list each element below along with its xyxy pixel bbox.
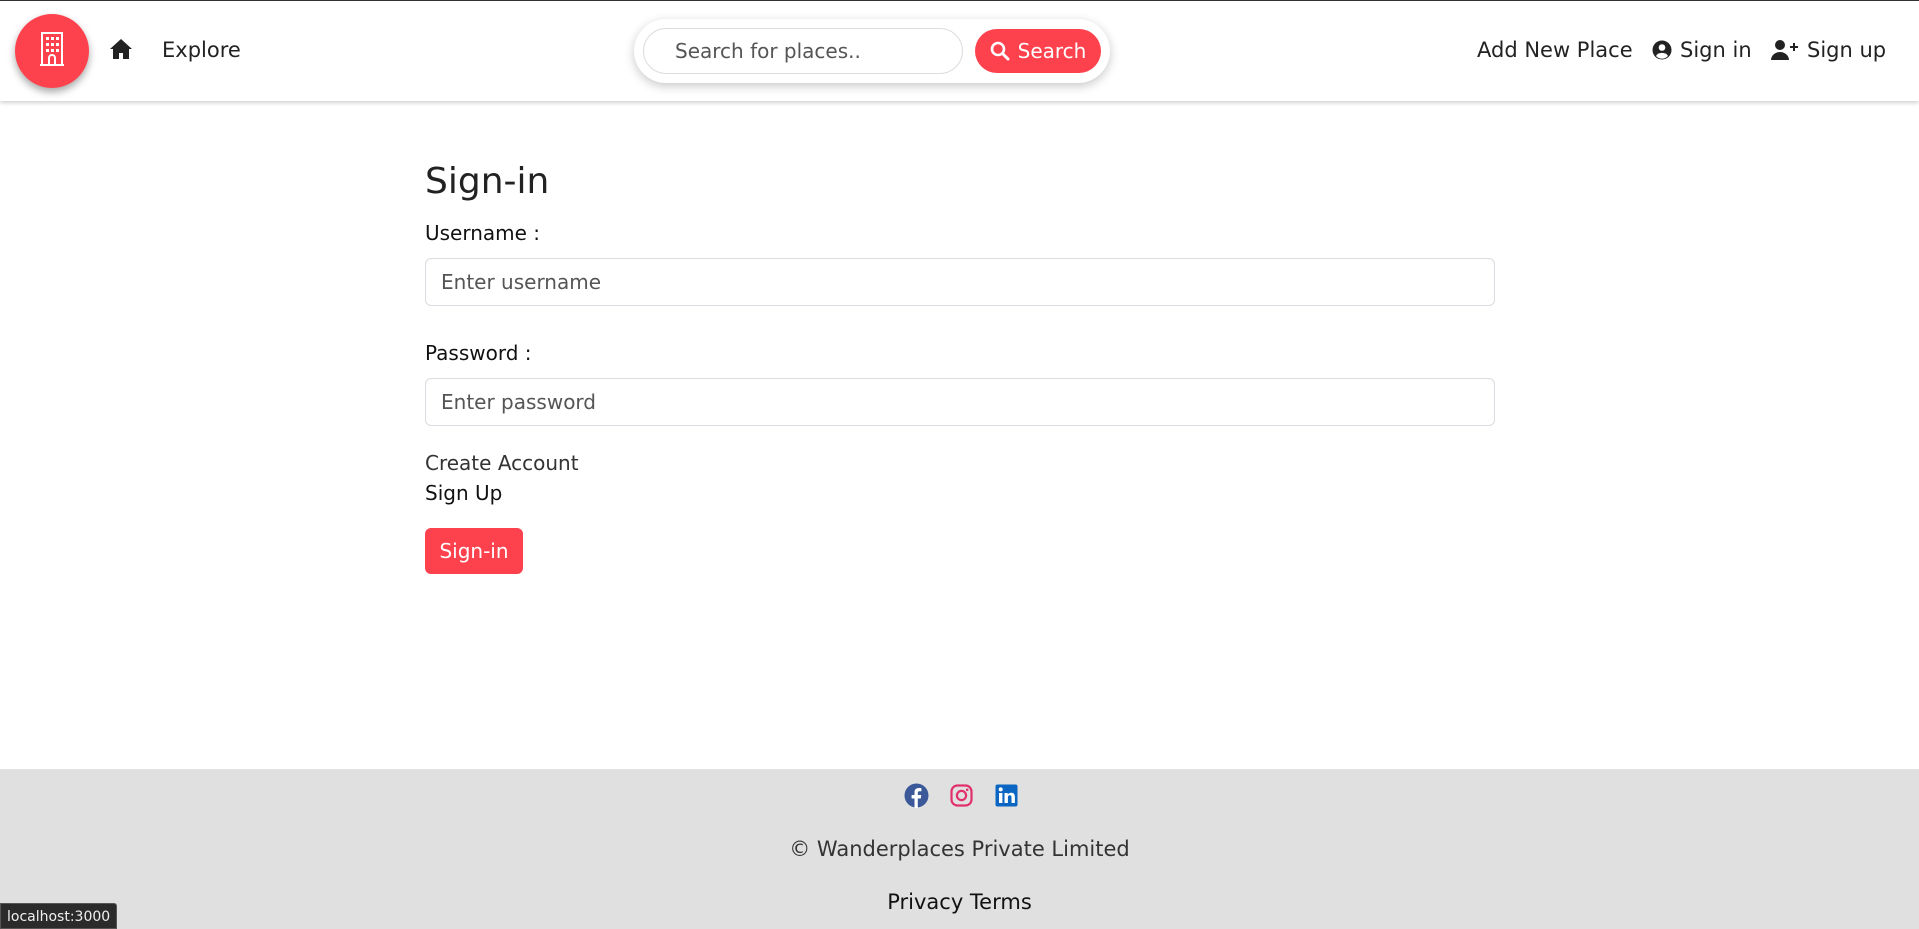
search-bar: Search <box>634 19 1110 83</box>
user-plus-icon <box>1771 39 1799 61</box>
instagram-icon[interactable] <box>949 783 974 808</box>
footer-links: Privacy Terms <box>0 890 1919 914</box>
facebook-icon[interactable] <box>904 783 929 808</box>
copyright-text: © Wanderplaces Private Limited <box>789 837 1130 861</box>
search-button[interactable]: Search <box>975 29 1101 73</box>
nav-signin-link[interactable]: Sign in <box>1652 38 1752 62</box>
password-field[interactable] <box>425 378 1495 426</box>
signin-form-section: Sign-in Username : Password : Create Acc… <box>425 160 1495 574</box>
username-label: Username : <box>425 221 541 245</box>
navbar: Explore Search Add New Place Sign in <box>0 1 1919 101</box>
search-icon <box>990 41 1010 61</box>
nav-signup-link[interactable]: Sign up <box>1771 38 1886 62</box>
user-circle-icon <box>1652 40 1672 60</box>
linkedin-icon[interactable] <box>994 783 1019 808</box>
signin-submit-button[interactable]: Sign-in <box>425 528 523 574</box>
search-input[interactable] <box>643 28 963 74</box>
password-label: Password : <box>425 341 532 365</box>
social-links <box>904 783 1019 808</box>
username-field[interactable] <box>425 258 1495 306</box>
footer: © Wanderplaces Private Limited Privacy T… <box>0 769 1919 929</box>
signup-link[interactable]: Sign Up <box>425 478 502 508</box>
nav-explore-link[interactable]: Explore <box>162 38 241 62</box>
nav-add-new-place-link[interactable]: Add New Place <box>1477 38 1633 62</box>
search-button-label: Search <box>1017 39 1087 63</box>
logo-button[interactable] <box>15 14 89 88</box>
home-link[interactable] <box>108 39 134 63</box>
nav-signin-label: Sign in <box>1680 38 1752 62</box>
building-icon <box>39 31 65 71</box>
privacy-terms-link[interactable]: Privacy Terms <box>887 890 1032 914</box>
nav-signup-label: Sign up <box>1807 38 1887 62</box>
create-account-text: Create Account <box>425 451 579 475</box>
status-bar-url: localhost:3000 <box>0 903 118 929</box>
home-icon <box>109 38 133 64</box>
nav-add-new-place-label: Add New Place <box>1477 38 1633 62</box>
page-title: Sign-in <box>425 161 550 202</box>
